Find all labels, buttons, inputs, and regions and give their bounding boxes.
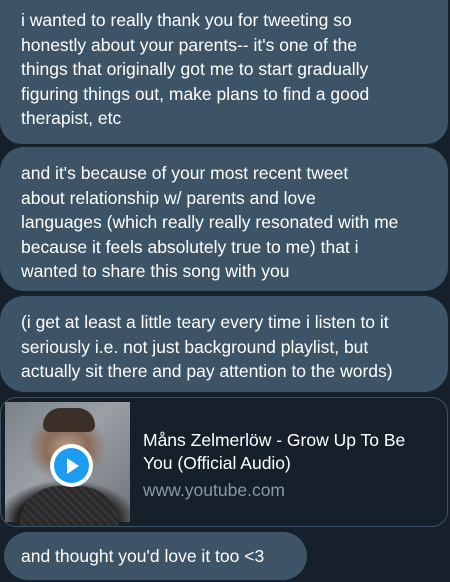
thumbnail-hair-shape [43,408,95,432]
message-bubble[interactable]: i wanted to really thank you for tweetin… [0,0,448,144]
link-preview-text: Måns Zelmerlöw - Grow Up To Be You (Offi… [143,429,443,502]
message-line: figuring things out, make plans to find … [21,83,370,104]
play-triangle-icon [66,457,79,474]
message-line: because it feels absolutely true to me) … [21,236,359,257]
link-preview-card[interactable]: Måns Zelmerlöw - Grow Up To Be You (Offi… [0,397,448,527]
conversation: i wanted to really thank you for tweetin… [0,0,450,582]
play-icon [54,448,89,483]
message-bubble[interactable]: and it's because of your most recent twe… [0,147,448,291]
link-title-line: Måns Zelmerlöw - Grow Up To Be [143,430,406,450]
message-line: about relationship w/ parents and love [21,187,316,208]
message-line: honestly about your parents-- it's one o… [21,34,358,55]
message-bubble[interactable]: and thought you'd love it too <3 [4,532,307,580]
thumbnail-jacket-shape [19,486,119,526]
message-line: and thought you'd love it too <3 [21,546,265,566]
message-bubble[interactable]: (i get at least a little teary every tim… [0,296,448,392]
message-line: and it's because of your most recent twe… [21,163,349,183]
video-thumbnail[interactable] [5,402,130,526]
message-line: i wanted to really thank you for tweetin… [21,10,352,30]
play-button[interactable] [50,444,93,487]
message-line: (i get at least a little teary every tim… [21,312,389,332]
message-line: languages (which really really resonated… [21,212,399,232]
message-line: wanted to share this song with you [21,261,290,281]
link-title-line: You (Official Audio) [143,453,291,473]
message-line: seriously i.e. not just background playl… [21,336,369,357]
message-line: actually sit there and pay attention to … [21,361,393,381]
message-line: things that originally got me to start g… [21,59,369,79]
message-line: therapist, etc [21,108,122,128]
link-domain: www.youtube.com [143,480,286,500]
